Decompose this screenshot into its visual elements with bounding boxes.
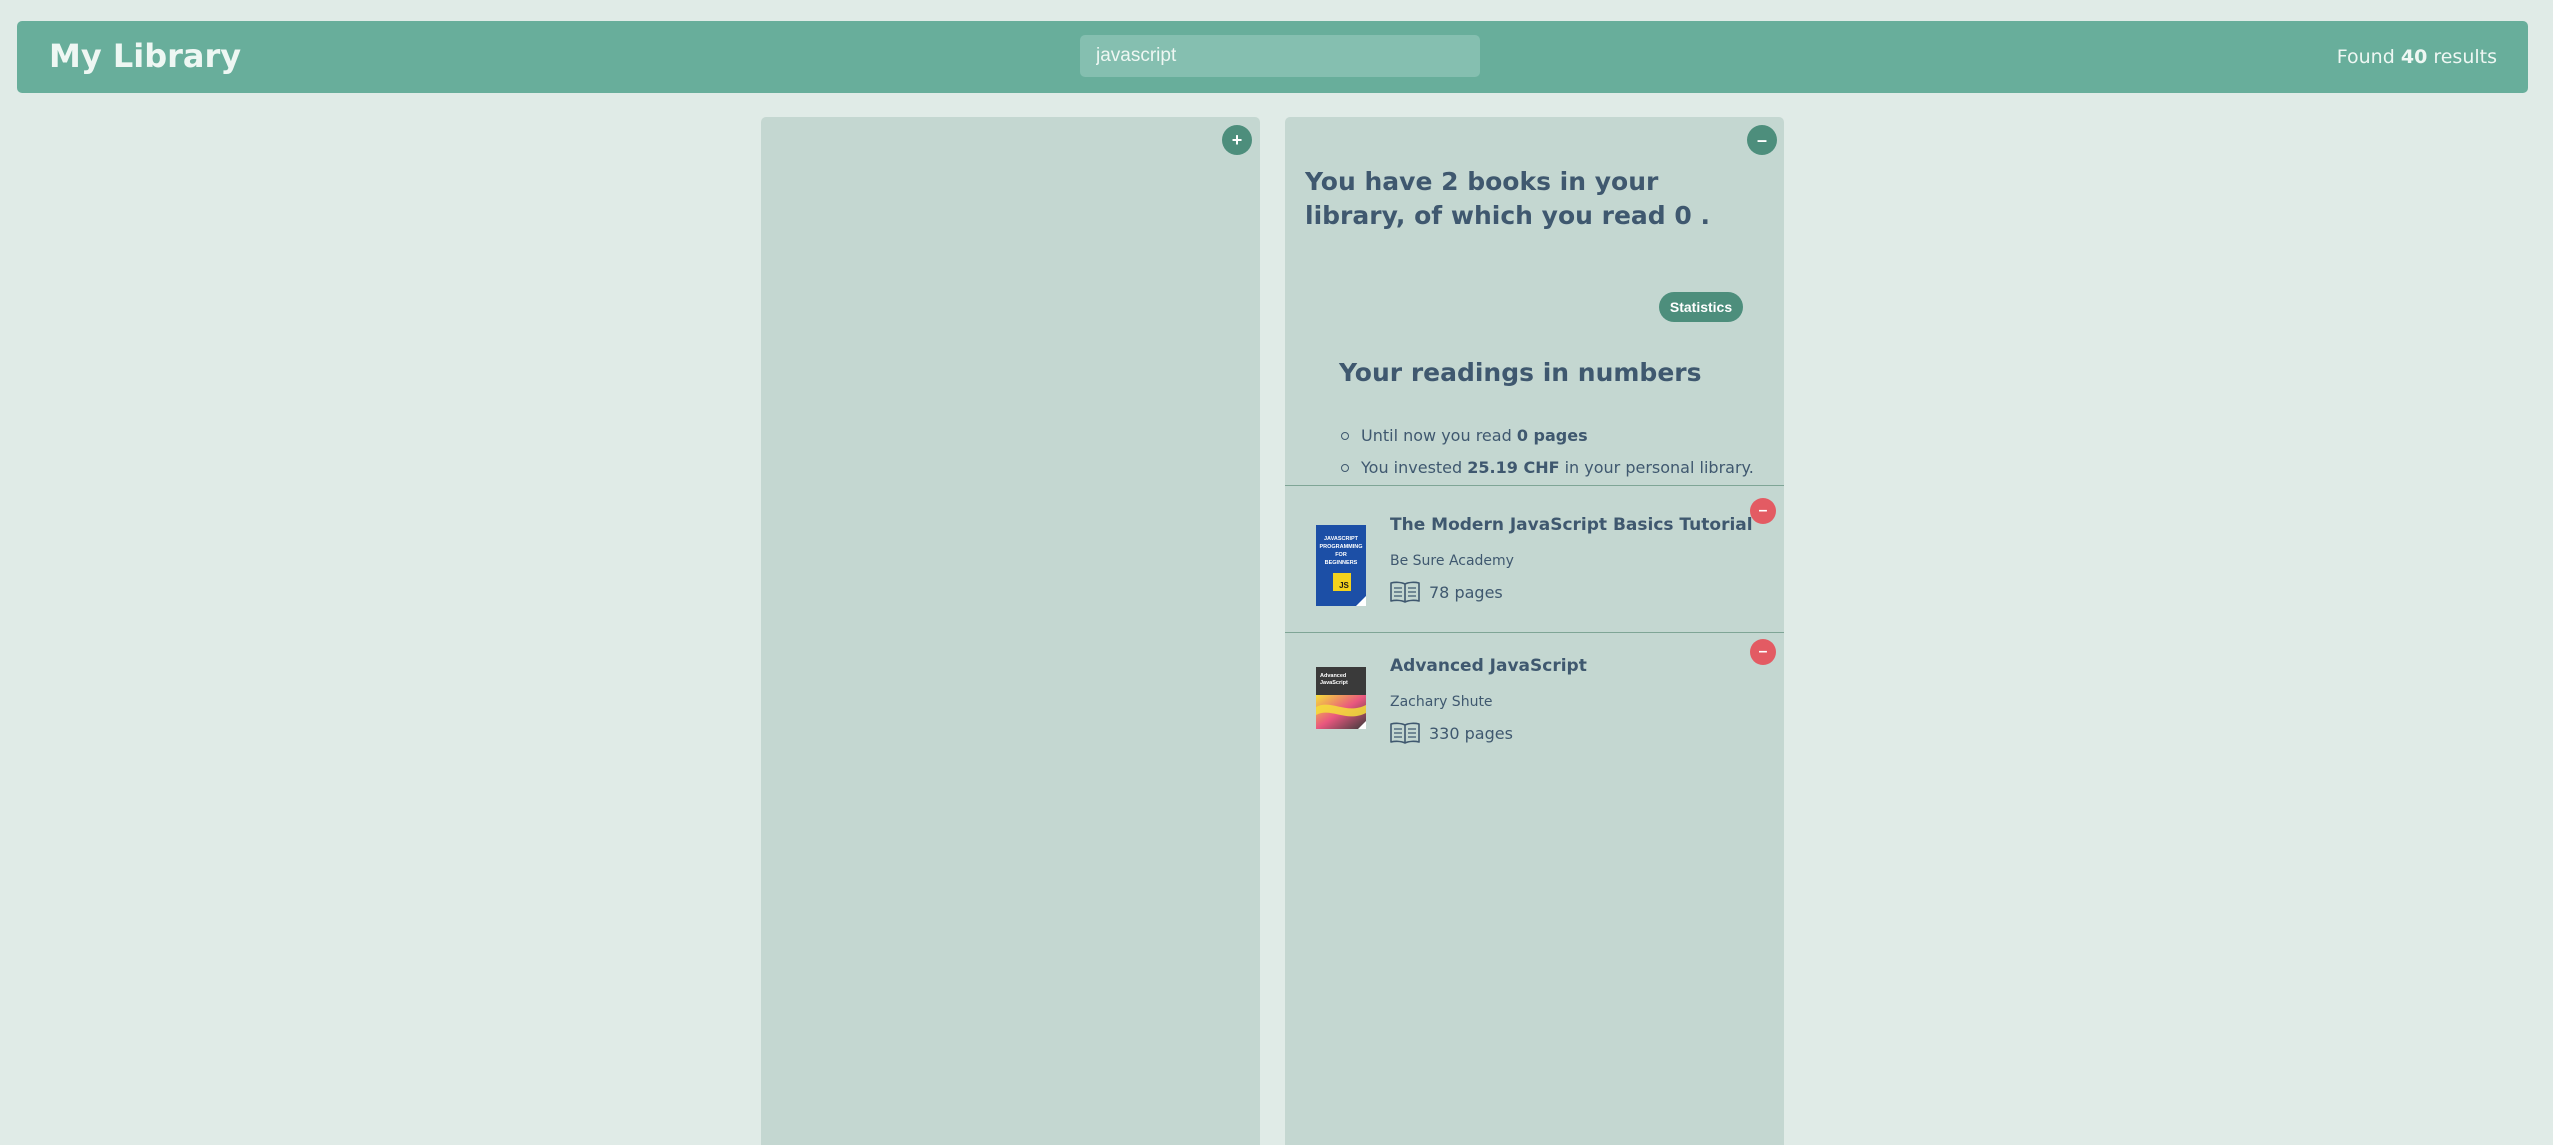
cover-text-line: PROGRAMMING (1319, 544, 1362, 550)
collapse-panel-button[interactable]: – (1747, 125, 1777, 155)
library-book: – JAVASCRIPT PROGRAMMING FOR BEGINNERS J… (1285, 486, 1784, 626)
book-pages-label: 330 pages (1429, 724, 1513, 743)
search-results-panel: + (761, 117, 1260, 1145)
expand-panel-button[interactable]: + (1222, 125, 1252, 155)
statistics-button[interactable]: Statistics (1659, 292, 1743, 322)
search-input[interactable] (1080, 35, 1480, 77)
results-suffix: results (2433, 46, 2497, 68)
pages-read-value: 0 pages (1516, 426, 1588, 445)
book-cover-image: Advanced JavaScript (1316, 667, 1366, 729)
cover-text-line: Advanced (1320, 673, 1346, 679)
book-author: Zachary Shute (1390, 694, 1493, 710)
cover-text-line: BEGINNERS (1325, 560, 1358, 566)
book-cover-image: JAVASCRIPT PROGRAMMING FOR BEGINNERS JS (1316, 525, 1366, 606)
book-pages-label: 78 pages (1429, 583, 1503, 602)
book-author: Be Sure Academy (1390, 553, 1514, 569)
book-title: The Modern JavaScript Basics Tutorial (1390, 515, 1753, 535)
invested-value: 25.19 CHF (1467, 458, 1560, 477)
book-title: Advanced JavaScript (1390, 656, 1587, 676)
invested-suffix: in your personal library. (1559, 458, 1754, 477)
results-number: 40 (2400, 46, 2428, 68)
open-book-icon (1390, 581, 1420, 603)
library-book: – Advanced JavaScript Advanced JavaScrip… (1285, 627, 1784, 767)
pages-read-stat: Until now you read 0 pages (1341, 420, 1754, 452)
cover-badge: JS (1339, 581, 1349, 590)
invested-stat: You invested 25.19 CHF in your personal … (1341, 452, 1754, 484)
statistics-title: Your readings in numbers (1339, 358, 1702, 387)
remove-book-button[interactable]: – (1750, 639, 1776, 665)
cover-text-line: FOR (1335, 552, 1347, 558)
app-title: My Library (49, 37, 242, 75)
pages-read-label: Until now you read (1361, 426, 1517, 445)
cover-text-line: JavaScript (1320, 680, 1348, 686)
library-panel: – You have 2 books in your library, of w… (1285, 117, 1784, 1145)
book-pages: 78 pages (1390, 581, 1503, 604)
results-count: Found 40 results (2337, 45, 2497, 69)
library-summary: You have 2 books in your library, of whi… (1305, 167, 1710, 230)
statistics-list: Until now you read 0 pages You invested … (1341, 420, 1754, 484)
cover-text-line: JAVASCRIPT (1324, 536, 1359, 542)
open-book-icon (1390, 722, 1420, 744)
top-bar: My Library Found 40 results (17, 21, 2528, 93)
remove-book-button[interactable]: – (1750, 498, 1776, 524)
book-pages: 330 pages (1390, 722, 1513, 745)
results-prefix: Found (2336, 46, 2395, 68)
invested-label: You invested (1361, 458, 1468, 477)
